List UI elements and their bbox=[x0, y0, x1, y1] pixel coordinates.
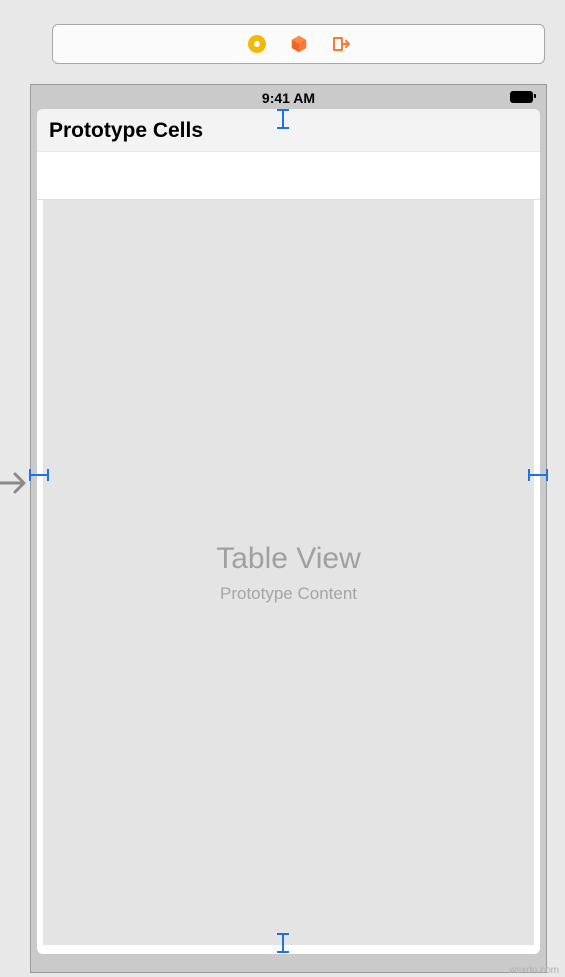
resize-handle-left-icon[interactable] bbox=[28, 468, 50, 487]
resize-handle-right-icon[interactable] bbox=[527, 468, 549, 487]
table-view-subtitle: Prototype Content bbox=[220, 584, 357, 604]
table-view[interactable]: Table View Prototype Content bbox=[43, 200, 534, 945]
first-responder-icon[interactable] bbox=[247, 34, 267, 54]
device-frame: 9:41 AM Prototype Cells Table View Proto… bbox=[30, 84, 547, 973]
scene-toolbar bbox=[52, 24, 545, 64]
storyboard-cube-icon[interactable] bbox=[289, 34, 309, 54]
table-view-title: Table View bbox=[216, 542, 361, 576]
screen[interactable]: Prototype Cells Table View Prototype Con… bbox=[37, 109, 540, 954]
exit-icon[interactable] bbox=[331, 34, 351, 54]
resize-handle-top-icon[interactable] bbox=[276, 108, 290, 135]
resize-handle-bottom-icon[interactable] bbox=[276, 932, 290, 959]
prototype-cell[interactable] bbox=[37, 152, 540, 200]
status-bar: 9:41 AM bbox=[31, 86, 546, 110]
battery-icon bbox=[510, 90, 536, 103]
watermark: wsxdn.com bbox=[509, 965, 559, 976]
status-time: 9:41 AM bbox=[262, 90, 315, 106]
